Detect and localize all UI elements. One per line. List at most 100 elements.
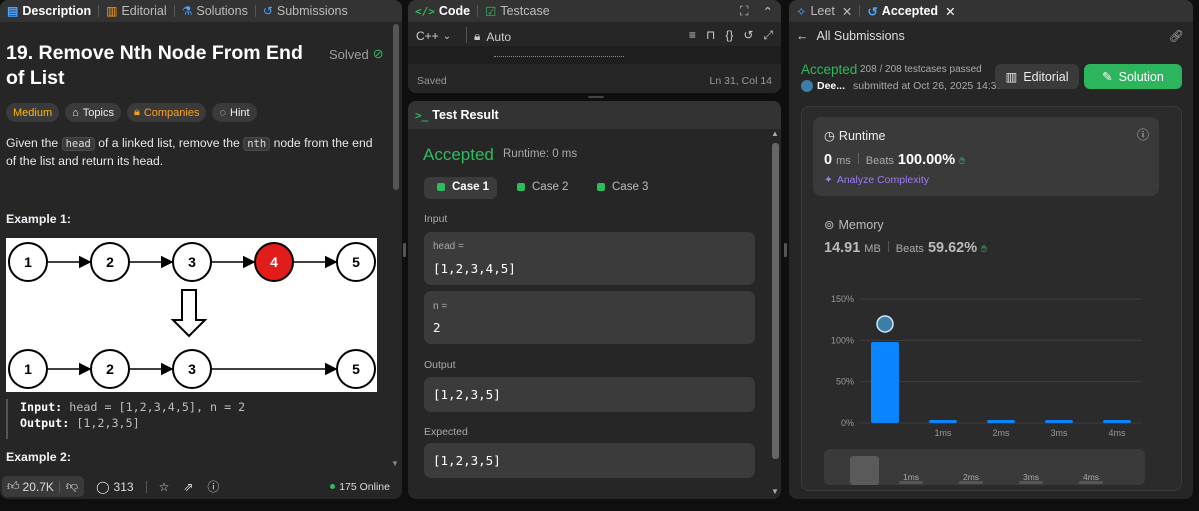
back-label: All Submissions — [816, 29, 905, 43]
solution-button[interactable]: ✎ Solution — [1084, 64, 1182, 89]
expand-icon[interactable]: ⤢ — [763, 28, 773, 43]
language-select[interactable]: C++ ⌄ — [416, 29, 451, 43]
y-tick-label: 50% — [836, 377, 854, 387]
memory-value: 14.91 — [824, 240, 861, 256]
panel-resize-handle[interactable] — [588, 96, 604, 98]
input-heading: Input — [424, 213, 448, 225]
description-scrollbar[interactable] — [393, 24, 399, 190]
output-box: [1,2,3,5] — [424, 377, 755, 412]
check-icon — [437, 183, 445, 191]
auto-mode[interactable]: 🔒︎ Auto — [474, 29, 511, 44]
comments-button[interactable]: ◯ 313 — [96, 480, 133, 494]
book-icon: ▥ — [1005, 70, 1018, 84]
lock-icon: 🔒︎ — [133, 106, 140, 118]
tab-accepted[interactable]: ↺ Accepted ✕ — [860, 0, 962, 22]
case-tab-label: Case 3 — [612, 181, 649, 193]
result-status: Accepted — [423, 145, 494, 164]
test-result-tabbar: >_ Test Result — [408, 101, 781, 129]
tab-test-result[interactable]: >_ Test Result — [408, 101, 506, 129]
chart-bar[interactable] — [929, 420, 957, 423]
mode-label: Auto — [486, 29, 512, 44]
chart-bar[interactable] — [987, 420, 1015, 423]
user-avatar-marker[interactable] — [876, 315, 894, 333]
star-icon[interactable]: ☆ — [159, 480, 170, 494]
topics-chip[interactable]: ⌂ Topics — [65, 103, 121, 122]
tab-solutions[interactable]: ⚗ Solutions — [175, 0, 255, 22]
y-tick-label: 0% — [841, 418, 854, 428]
tab-submissions[interactable]: ↺ Submissions — [256, 0, 355, 22]
collapse-icon[interactable]: ⌃ — [763, 4, 773, 19]
check-icon — [517, 183, 525, 191]
output-value: [1,2,3,5] — [433, 387, 501, 402]
tab-leet[interactable]: ✧ Leet ✕ — [789, 0, 859, 22]
back-to-submissions[interactable]: ← All Submissions — [796, 29, 905, 43]
dislike-button[interactable]: 👎︎ — [60, 479, 84, 494]
tab-testcase[interactable]: ☑ Testcase — [478, 0, 557, 22]
reset-icon[interactable]: ↺ — [743, 28, 753, 43]
submission-panel: ✧ Leet ✕ ↺ Accepted ✕ ← All Submissions … — [789, 0, 1193, 499]
divider — [887, 241, 889, 252]
memory-unit: MB — [864, 243, 881, 255]
bookmark-icon[interactable]: ⊓ — [706, 28, 715, 43]
panel-resize-handle[interactable] — [784, 243, 787, 257]
mini-tick-label: 3ms — [1023, 472, 1039, 482]
username[interactable]: Dee... — [817, 80, 845, 92]
case-tab-label: Case 1 — [452, 181, 490, 193]
code-panel: </> Code ☑ Testcase ⛶ ⌃ C++ ⌄ 🔒︎ Auto ≡ … — [408, 0, 781, 93]
tab-submissions-label: Submissions — [276, 4, 348, 18]
language-label: C++ — [416, 29, 439, 43]
history-icon: ↺ — [262, 4, 273, 18]
link-icon[interactable]: 🔗︎ — [1169, 29, 1184, 43]
tab-description[interactable]: ▤ Description — [0, 0, 98, 22]
node-value: 4 — [270, 254, 278, 270]
tab-leet-label: Leet — [810, 4, 835, 18]
chart-range-slider[interactable]: 1ms 2ms 3ms 4ms — [824, 449, 1145, 485]
tab-description-label: Description — [22, 4, 92, 18]
like-button[interactable]: 👍︎ 20.7K — [2, 479, 59, 494]
hint-chip[interactable]: ◌ Hint — [212, 103, 257, 122]
share-icon[interactable]: ⇗ — [183, 480, 193, 494]
description-text: Given the — [6, 136, 59, 150]
inline-code: nth — [243, 137, 271, 151]
avatar[interactable] — [801, 80, 813, 92]
submission-status: Accepted — [801, 62, 858, 77]
case-tab-3[interactable]: Case 3 — [597, 181, 648, 193]
solved-label: Solved — [329, 46, 369, 62]
comment-count: 313 — [113, 479, 134, 494]
code-editor[interactable] — [408, 46, 781, 64]
format-icon[interactable]: ≡ — [689, 28, 696, 43]
runtime-card[interactable]: ◷ Runtime ⓘ 0 ms Beats 100.00% ✋︎ ✦ Anal… — [813, 117, 1159, 196]
scroll-down-arrow[interactable]: ▼ — [771, 487, 779, 496]
chevron-down-icon: ⌄ — [442, 30, 452, 42]
beats-label: Beats — [895, 243, 924, 255]
topics-label: Topics — [82, 106, 114, 119]
chart-bar[interactable] — [871, 341, 899, 423]
braces-icon[interactable]: {} — [725, 28, 733, 43]
inline-code: head — [61, 137, 95, 151]
case-tab-1[interactable]: Case 1 — [437, 181, 489, 193]
close-icon[interactable]: ✕ — [842, 4, 852, 19]
hint-label: Hint — [230, 106, 250, 119]
scroll-up-arrow[interactable]: ▲ — [771, 129, 779, 138]
tab-editorial-label: Editorial — [121, 4, 167, 18]
chart-bar[interactable] — [1103, 420, 1131, 423]
memory-beats-value: 59.62% — [927, 240, 978, 256]
test-result-scrollbar[interactable] — [772, 143, 779, 459]
panel-resize-handle[interactable] — [403, 243, 406, 257]
help-icon[interactable]: ⓘ — [207, 478, 219, 495]
scroll-down-arrow[interactable]: ▼ — [391, 459, 399, 468]
case-tab-2[interactable]: Case 2 — [517, 181, 568, 193]
companies-chip[interactable]: 🔒︎ Companies — [126, 103, 207, 122]
output-label: Output: — [20, 416, 70, 430]
tab-code[interactable]: </> Code — [408, 0, 477, 22]
tab-editorial[interactable]: ▥ Editorial — [99, 0, 174, 22]
analyze-complexity-link[interactable]: ✦ Analyze Complexity — [824, 174, 929, 186]
chart-bar[interactable] — [1045, 420, 1073, 423]
memory-heading[interactable]: ⊚ Memory — [824, 217, 884, 233]
mini-tick-label: 1ms — [903, 472, 919, 482]
maximize-icon[interactable]: ⛶ — [740, 4, 749, 19]
editorial-button[interactable]: ▥ Editorial — [995, 64, 1079, 89]
check-circle-icon: ⊘ — [372, 46, 384, 61]
close-icon[interactable]: ✕ — [945, 4, 955, 19]
info-icon[interactable]: ⓘ — [1137, 126, 1149, 143]
